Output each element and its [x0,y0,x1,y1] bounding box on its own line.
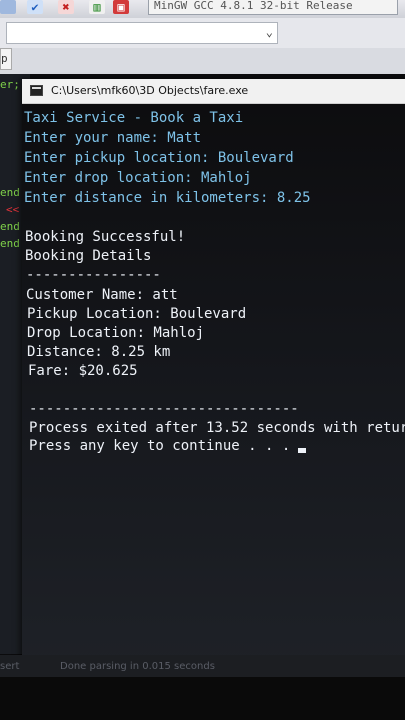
console-app-icon [30,85,43,96]
compile-check-icon[interactable]: ✔ [27,0,43,14]
console-output-line: Fare: $20.625 [28,363,138,379]
debug-icon[interactable]: ▣ [113,0,129,14]
console-input-line: Enter drop location: Mahloj [24,170,252,186]
console-titlebar[interactable]: C:\Users\mfk60\3D Objects\fare.exe [22,79,405,104]
code-fragment: << [6,203,20,216]
console-output-line: Customer Name: att [26,287,178,303]
console-output-line: Distance: 8.25 km [27,344,171,360]
console-title: C:\Users\mfk60\3D Objects\fare.exe [51,84,249,97]
chevron-down-icon[interactable]: ⌄ [266,25,273,39]
console-output-line: Pickup Location: Boulevard [27,306,247,322]
console-input-line: Enter distance in kilometers: 8.25 [24,190,311,206]
function-dropdown[interactable]: ⌄ [6,22,278,44]
code-fragment: end [0,237,20,250]
console-output-line: Drop Location: Mahloj [27,325,205,341]
console-output-line: ---------------- [26,267,161,283]
status-insert-mode: sert [0,661,20,672]
console-exit-message: Process exited after 13.52 seconds with … [29,420,405,436]
ide-status-bar: sert Done parsing in 0.015 seconds [0,655,405,677]
toolbar-edge-icon[interactable] [0,0,16,14]
chart-icon[interactable]: ▥ [89,0,105,14]
editor-tab[interactable]: p [0,48,12,70]
compiler-select[interactable]: MinGW GCC 4.8.1 32-bit Release [148,0,398,15]
text-cursor [298,448,306,453]
console-separator: -------------------------------- [29,401,299,417]
screen-bottom-edge [0,677,405,720]
console-input-line: Enter pickup location: Boulevard [24,150,294,166]
console-output-line: Booking Details [25,248,152,264]
ide-tab-row [0,48,405,74]
console-window[interactable]: C:\Users\mfk60\3D Objects\fare.exe Taxi … [22,79,405,665]
console-input-line: Taxi Service - Book a Taxi [24,110,244,126]
console-input-line: Enter your name: Matt [24,130,202,146]
ide-toolbar: ✔ ✖ ▥ ▣ MinGW GCC 4.8.1 32-bit Release [0,0,405,18]
console-continue-prompt: Press any key to continue . . . [29,438,291,454]
code-fragment: end [0,186,20,199]
status-message: Done parsing in 0.015 seconds [60,661,215,672]
code-fragment: er; [0,78,20,91]
code-fragment: end [0,220,20,233]
console-output-line: Booking Successful! [25,229,186,245]
stop-icon[interactable]: ✖ [58,0,74,14]
